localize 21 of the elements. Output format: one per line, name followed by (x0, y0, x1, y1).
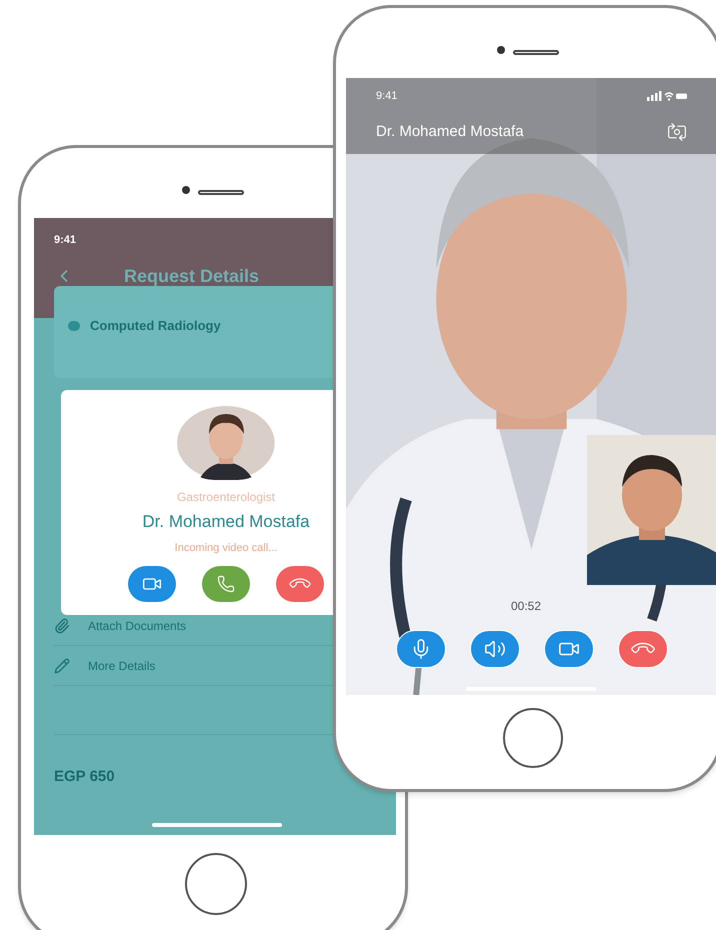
doctor-name: Dr. Mohamed Mostafa (142, 511, 310, 533)
doctor-specialty: Gastroenterologist (176, 489, 276, 506)
decline-button[interactable] (276, 566, 324, 602)
service-name: Computed Radiology (90, 317, 221, 335)
video-call-button[interactable] (128, 566, 176, 602)
status-time: 9:41 (54, 233, 76, 248)
voice-call-button[interactable] (202, 566, 250, 602)
pencil-icon (54, 658, 70, 674)
screen-title: Request Details (124, 264, 260, 288)
detail-row[interactable]: More Details (54, 656, 156, 674)
detail-row[interactable]: Attach Documents (54, 616, 186, 634)
total-amount: EGP 650 (54, 768, 115, 785)
phone-icon (217, 575, 235, 593)
row-label: Attach Documents (88, 618, 186, 634)
speaker-slot (512, 50, 559, 55)
row-label: More Details (88, 658, 156, 674)
home-button[interactable] (185, 853, 247, 915)
call-status: Incoming video call... (174, 540, 278, 556)
home-button[interactable] (503, 708, 563, 768)
paperclip-icon (54, 618, 70, 634)
speaker-slot (198, 190, 244, 195)
